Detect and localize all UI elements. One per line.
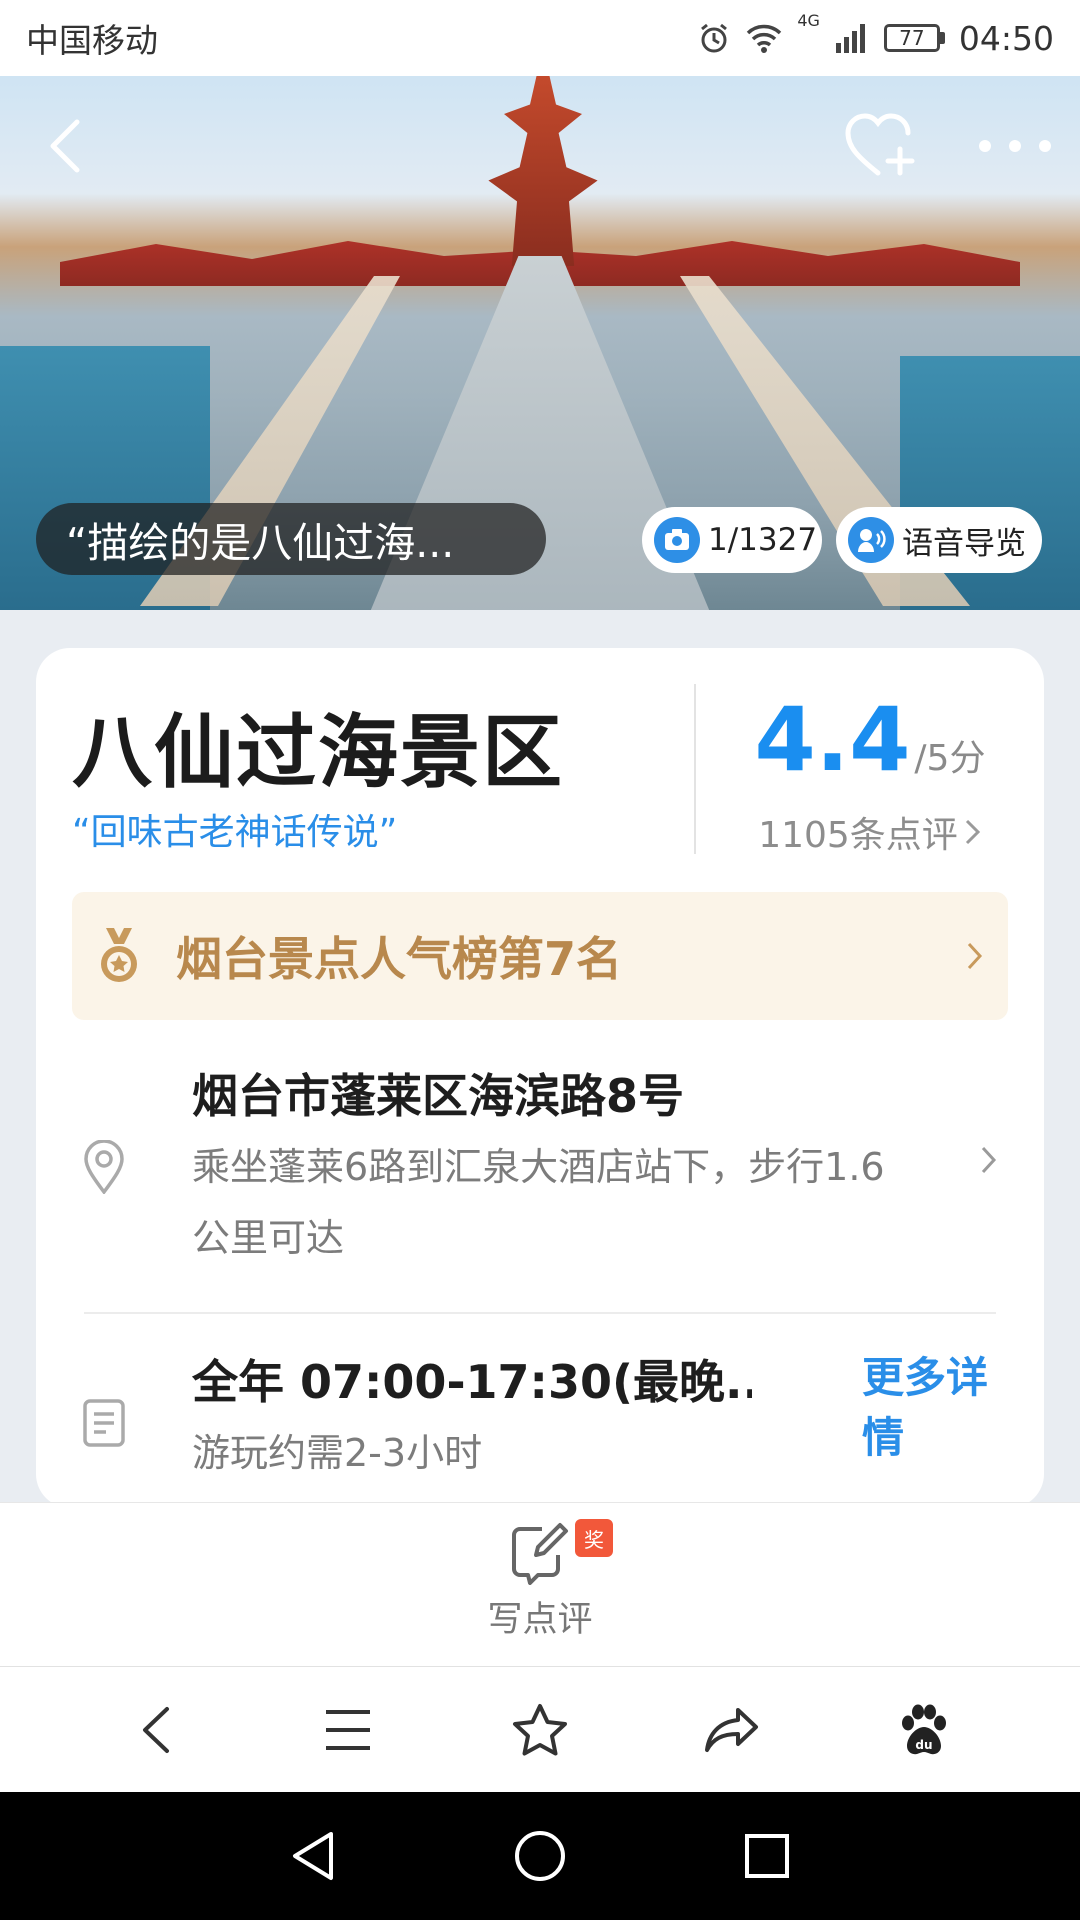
back-icon	[50, 119, 80, 173]
share-button[interactable]	[687, 1685, 777, 1775]
browser-back-button[interactable]	[111, 1685, 201, 1775]
write-review-label: 写点评	[487, 1600, 593, 1640]
status-bar: 中国移动 4G 77 04:50	[0, 0, 1080, 76]
hero-photo[interactable]: “描绘的是八仙过海... 1/1327 语音导览	[0, 76, 1080, 610]
address-title: 烟台市蓬莱区海滨路8号	[192, 1069, 685, 1123]
menu-icon	[326, 1709, 370, 1750]
network-label: 4G	[797, 10, 820, 30]
camera-icon	[654, 517, 700, 563]
rating-score: 4.4	[754, 688, 911, 791]
ranking-text: 烟台景点人气榜第7名	[176, 932, 623, 986]
award-badge: 奖	[575, 1519, 613, 1557]
system-home-button[interactable]	[495, 1811, 585, 1901]
back-icon	[143, 1706, 169, 1753]
baidu-button[interactable]: du	[879, 1685, 969, 1775]
reviews-link[interactable]: 1105条点评	[696, 806, 1044, 858]
wifi-icon	[747, 24, 782, 53]
status-icons: 4G 77 04:50	[697, 11, 1054, 58]
browser-toolbar: du	[0, 1666, 1080, 1792]
clock: 04:50	[958, 18, 1054, 58]
alarm-icon	[701, 23, 728, 53]
back-button[interactable]	[30, 106, 100, 186]
divider	[84, 1312, 996, 1314]
battery-level: 77	[899, 26, 925, 50]
spot-slogan: “回味古老神话传说”	[72, 812, 398, 853]
review-count: 1105条点评	[758, 815, 958, 856]
baidu-paw-icon: du	[902, 1704, 946, 1754]
carrier-label: 中国移动	[26, 21, 158, 60]
hours-row[interactable]: 全年 07:00-17:30(最晚... 游玩约需2-3小时 更多详情	[72, 1338, 1008, 1508]
system-recents-button[interactable]	[722, 1811, 812, 1901]
star-icon	[513, 1703, 567, 1755]
hero-tower	[488, 76, 598, 266]
ranking-banner[interactable]: 烟台景点人气榜第7名	[72, 892, 1008, 1020]
visit-duration: 游玩约需2-3小时	[192, 1431, 483, 1475]
more-button[interactable]	[970, 106, 1060, 186]
transit-info: 乘坐蓬莱6路到汇泉大酒店站下，步行1.6公里可达	[192, 1145, 885, 1260]
address-row[interactable]: 烟台市蓬莱区海滨路8号 乘坐蓬莱6路到汇泉大酒店站下，步行1.6公里可达	[72, 1060, 1008, 1280]
edit-icon	[512, 1523, 568, 1585]
menu-button[interactable]	[303, 1685, 393, 1775]
speaker-icon	[848, 517, 894, 563]
rating-unit: /5分	[914, 738, 986, 779]
rating: 4.4/5分	[696, 688, 1044, 791]
document-icon	[83, 1399, 125, 1447]
location-pin-icon	[84, 1140, 124, 1194]
signal-icon	[835, 24, 865, 53]
favorite-button[interactable]	[840, 106, 920, 186]
battery-icon: 77	[883, 24, 945, 52]
share-icon	[705, 1707, 758, 1752]
system-nav-bar	[0, 1792, 1080, 1920]
audio-guide-label: 语音导览	[902, 525, 1026, 562]
nav-recents-icon	[744, 1834, 789, 1878]
heart-plus-icon	[845, 113, 915, 176]
description-pill[interactable]: “描绘的是八仙过海...	[36, 503, 546, 575]
audio-guide-button[interactable]: 语音导览	[836, 507, 1042, 573]
nav-back-icon	[293, 1832, 334, 1880]
nav-home-icon	[514, 1831, 565, 1881]
chevron-right-icon	[981, 1146, 997, 1174]
review-bar: 写点评 奖	[0, 1502, 1080, 1666]
more-details-link[interactable]: 更多详情	[862, 1348, 1002, 1468]
chevron-right-icon	[967, 942, 983, 970]
svg-text:du: du	[915, 1738, 932, 1752]
spot-info-card: 八仙过海景区 “回味古老神话传说” 4.4/5分 1105条点评 烟台景点人气榜…	[36, 648, 1044, 1508]
medal-icon	[101, 928, 137, 982]
more-icon	[979, 140, 1051, 152]
bookmark-button[interactable]	[495, 1685, 585, 1775]
photo-counter[interactable]: 1/1327	[642, 507, 822, 573]
chevron-right-icon	[965, 819, 980, 845]
spot-name: 八仙过海景区	[72, 706, 564, 799]
system-back-button[interactable]	[268, 1811, 358, 1901]
description-text: “描绘的是八仙过海...	[66, 519, 455, 567]
photo-count: 1/1327	[708, 522, 818, 558]
opening-hours: 全年 07:00-17:30(最晚...	[192, 1355, 752, 1409]
